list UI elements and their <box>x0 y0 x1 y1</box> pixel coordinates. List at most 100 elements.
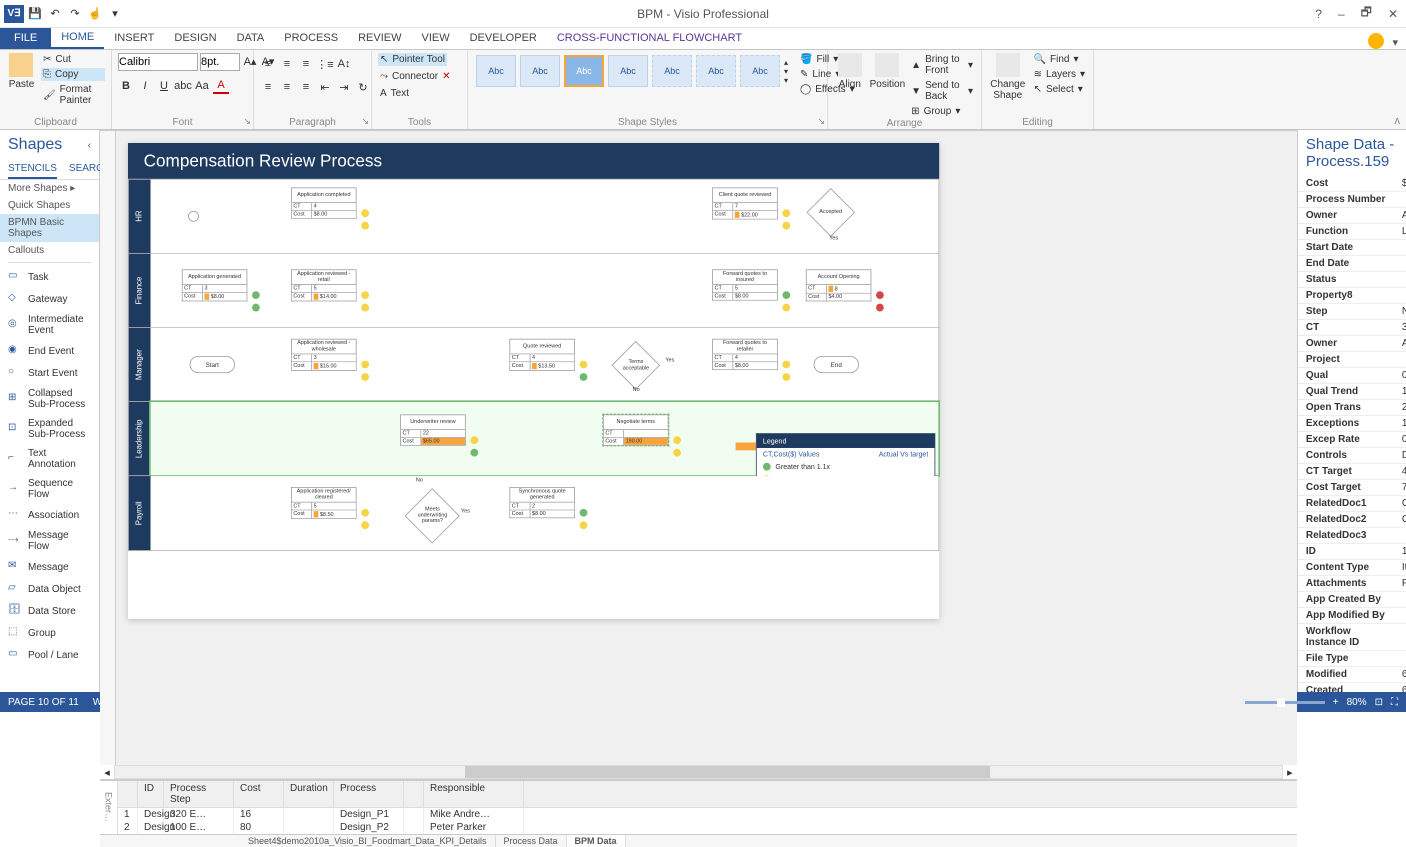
layers-button[interactable]: ≋ Layers ▾ <box>1032 68 1087 81</box>
shape-data-row[interactable]: CT Target40.318 <box>1298 464 1406 480</box>
send-to-back-button[interactable]: ▼ Send to Back ▾ <box>909 79 975 103</box>
shape-data-row[interactable]: CT35 <box>1298 320 1406 336</box>
start-event-icon[interactable] <box>188 211 199 222</box>
node-app-completed[interactable]: Application completed CT4 Cost$8.00 <box>291 187 357 218</box>
shape-data-row[interactable]: RelatedDoc3 <box>1298 528 1406 544</box>
undo-icon[interactable]: ↶ <box>46 5 64 23</box>
node-app-reviewed-retail[interactable]: Application reviewed - retail CT5 Cost$1… <box>291 269 357 301</box>
end-terminator[interactable]: End <box>814 356 859 373</box>
shape-data-row[interactable]: Qual0.9 <box>1298 368 1406 384</box>
style-gallery-more-icon[interactable]: ▾ <box>784 76 788 85</box>
grid-header[interactable]: ID <box>138 781 164 807</box>
shape-data-row[interactable]: App Created By <box>1298 592 1406 608</box>
node-app-generated[interactable]: Application generated CT3 Cost$8.00 <box>182 269 248 301</box>
style-swatch-6[interactable]: Abc <box>696 55 736 87</box>
datasheet-tab[interactable]: BPM Data <box>567 835 626 847</box>
select-button[interactable]: ↖ Select ▾ <box>1032 83 1087 96</box>
node-forward-retailer[interactable]: Forward quotes to retailer CT4 Cost$8.00 <box>712 339 778 370</box>
paragraph-dialog-launcher[interactable]: ↘ <box>361 116 369 127</box>
restore-button[interactable]: 🗗 <box>1357 1 1376 26</box>
feedback-smiley-icon[interactable] <box>1368 33 1384 49</box>
fullscreen-icon[interactable]: ⛶ <box>1391 697 1398 708</box>
connector-tool-button[interactable]: ⤳ Connector ✕ <box>378 70 453 83</box>
shape-item-association[interactable]: ⋯Association <box>0 504 99 526</box>
gateway-accepted[interactable]: Accepted <box>807 188 856 237</box>
shape-item-data-store[interactable]: 🗄Data Store <box>0 600 99 622</box>
start-terminator[interactable]: Start <box>190 356 235 373</box>
visio-app-icon[interactable]: V∃ <box>4 5 24 23</box>
minimize-button[interactable]: – <box>1334 5 1349 23</box>
stencils-tab[interactable]: STENCILS <box>8 160 57 179</box>
lane-hr[interactable]: HR Application completed CT4 Cost$8.00 <box>129 180 939 254</box>
node-app-registered[interactable]: Application registered/ cleared CT5 Cost… <box>291 487 357 519</box>
align-bottom-icon[interactable]: ≡ <box>298 56 314 72</box>
shape-item-intermediate-event[interactable]: ◎Intermediate Event <box>0 310 99 340</box>
shape-item-pool-lane[interactable]: ▭Pool / Lane <box>0 644 99 666</box>
style-swatch-5[interactable]: Abc <box>652 55 692 87</box>
align-right-icon[interactable]: ≡ <box>298 79 314 95</box>
tab-crossfunctional[interactable]: CROSS-FUNCTIONAL FLOWCHART <box>547 27 752 49</box>
indent-inc-icon[interactable]: ⇥ <box>336 79 352 95</box>
bold-button[interactable]: B <box>118 78 134 94</box>
text-tool-button[interactable]: A Text <box>378 87 411 100</box>
shape-data-row[interactable]: RelatedDoc1Original Terms <box>1298 496 1406 512</box>
case-button[interactable]: Aa <box>194 78 210 94</box>
shape-item-collapsed-sub-process[interactable]: ⊞Collapsed Sub-Process <box>0 384 99 414</box>
shapestyles-dialog-launcher[interactable]: ↘ <box>817 116 825 127</box>
stencil-quick-shapes[interactable]: Quick Shapes <box>0 197 99 214</box>
lane-manager[interactable]: Manager Start Application reviewed - who… <box>129 328 939 402</box>
shape-data-row[interactable]: StepNegotiate terms <box>1298 304 1406 320</box>
ribbon-display-options[interactable]: ▾ <box>1384 36 1406 49</box>
close-button[interactable]: ✕ <box>1384 5 1402 23</box>
grid-header[interactable]: Process <box>334 781 404 807</box>
style-swatch-4[interactable]: Abc <box>608 55 648 87</box>
align-center-icon[interactable]: ≡ <box>279 79 295 95</box>
shape-data-row[interactable]: App Modified By <box>1298 608 1406 624</box>
align-button[interactable]: Align <box>834 53 866 90</box>
style-gallery-up-icon[interactable]: ▴ <box>784 58 788 67</box>
shape-data-row[interactable]: OwnerAlex Darrow <box>1298 336 1406 352</box>
grid-header[interactable]: Process Step <box>164 781 234 807</box>
shape-data-row[interactable]: Created6/10/2013 <box>1298 683 1406 692</box>
change-shape-button[interactable]: Change Shape <box>988 53 1028 101</box>
italic-button[interactable]: I <box>137 78 153 94</box>
format-painter-button[interactable]: 🖌 Format Painter <box>41 83 105 107</box>
bring-to-front-button[interactable]: ▲ Bring to Front ▾ <box>909 53 975 77</box>
bullets-icon[interactable]: ⋮≡ <box>317 56 333 72</box>
shape-data-row[interactable]: FunctionLeadership <box>1298 224 1406 240</box>
font-dialog-launcher[interactable]: ↘ <box>243 116 251 127</box>
shape-data-row[interactable]: OwnerAlex Darrow <box>1298 208 1406 224</box>
shape-data-row[interactable]: Exceptions12 <box>1298 416 1406 432</box>
shape-data-row[interactable]: Qual Trend1.444 <box>1298 384 1406 400</box>
shape-item-group[interactable]: ⬚Group <box>0 622 99 644</box>
zoom-level[interactable]: 80% <box>1347 697 1367 708</box>
tab-data[interactable]: DATA <box>227 27 275 49</box>
find-button[interactable]: 🔍 Find ▾ <box>1032 53 1087 66</box>
shape-data-row[interactable]: Start Date <box>1298 240 1406 256</box>
collapse-ribbon-icon[interactable]: ʌ <box>1395 115 1401 127</box>
rotate-text-icon[interactable]: ↻ <box>355 79 371 95</box>
save-icon[interactable]: 💾 <box>26 5 44 23</box>
align-top-icon[interactable]: ≡ <box>260 56 276 72</box>
grid-row[interactable]: 1Design320 E…16Design_P1Mike Andre… <box>118 808 1297 821</box>
shape-data-row[interactable]: Modified6/10/2013 <box>1298 667 1406 683</box>
gateway-terms[interactable]: Terms acceptable <box>612 341 661 390</box>
node-negotiate-terms[interactable]: Negotiate terms CT Cost190.00 <box>603 414 669 445</box>
shape-item-sequence-flow[interactable]: →Sequence Flow <box>0 474 99 504</box>
tab-home[interactable]: HOME <box>51 27 104 49</box>
grid-header[interactable]: Responsible <box>424 781 524 807</box>
shape-item-task[interactable]: ▭Task <box>0 266 99 288</box>
style-gallery-down-icon[interactable]: ▾ <box>784 67 788 76</box>
grid-header[interactable] <box>404 781 424 807</box>
paste-button[interactable]: Paste <box>6 53 37 90</box>
tab-process[interactable]: PROCESS <box>274 27 348 49</box>
tab-insert[interactable]: INSERT <box>104 27 164 49</box>
lane-payroll[interactable]: Payroll Application registered/ cleared … <box>129 476 939 550</box>
qat-customize-icon[interactable]: ▾ <box>106 5 124 23</box>
style-swatch-1[interactable]: Abc <box>476 55 516 87</box>
shape-item-gateway[interactable]: ◇Gateway <box>0 288 99 310</box>
copy-button[interactable]: ⎘ Copy <box>41 68 105 81</box>
grid-header[interactable]: Cost <box>234 781 284 807</box>
align-middle-icon[interactable]: ≡ <box>279 56 295 72</box>
grid-header[interactable] <box>118 781 138 807</box>
